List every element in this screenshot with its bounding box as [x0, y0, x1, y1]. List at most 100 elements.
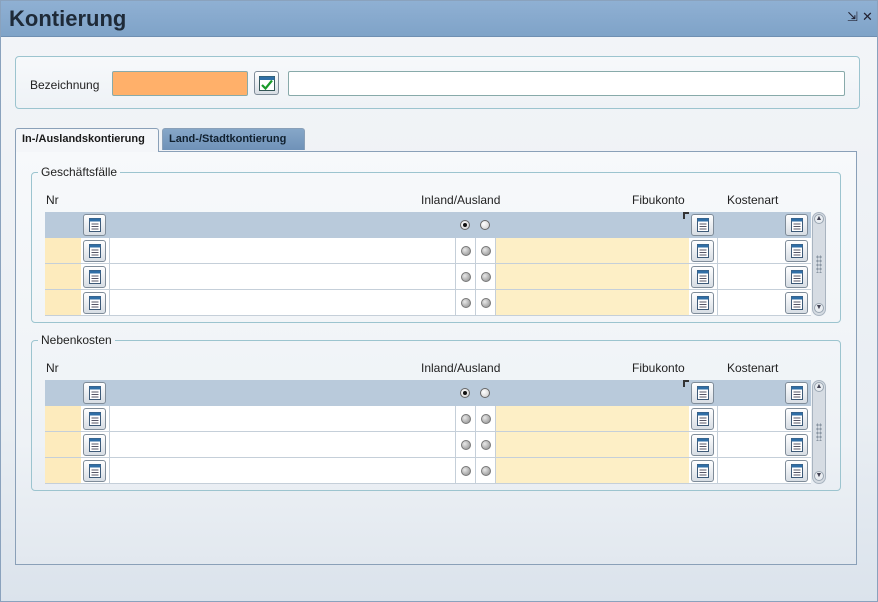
ausland-radio[interactable]	[481, 440, 491, 450]
row-lookup-button[interactable]	[83, 292, 106, 314]
kostenart-cell[interactable]	[717, 212, 783, 238]
description-cell[interactable]	[109, 380, 455, 406]
kostenart-lookup-button[interactable]	[785, 266, 808, 288]
kostenart-cell[interactable]	[717, 406, 783, 432]
nr-cell[interactable]	[45, 238, 81, 264]
inland-radio[interactable]	[460, 388, 470, 398]
title-bar[interactable]: Kontierung ⇲ ✕	[1, 1, 877, 37]
description-cell[interactable]	[109, 264, 455, 290]
fibukonto-cell[interactable]	[495, 212, 689, 238]
fibukonto-lookup-button[interactable]	[691, 434, 714, 456]
ausland-radio[interactable]	[481, 414, 491, 424]
table-row[interactable]	[45, 432, 811, 458]
description-cell[interactable]	[109, 406, 455, 432]
row-lookup-button[interactable]	[83, 408, 106, 430]
kostenart-cell[interactable]	[717, 432, 783, 458]
inland-radio[interactable]	[461, 246, 471, 256]
ausland-radio[interactable]	[481, 272, 491, 282]
inland-radio[interactable]	[461, 414, 471, 424]
fibukonto-lookup-button[interactable]	[691, 240, 714, 262]
nr-cell[interactable]	[45, 380, 81, 406]
description-cell[interactable]	[109, 290, 455, 316]
fibukonto-cell[interactable]	[495, 406, 689, 432]
fibukonto-cell[interactable]	[495, 238, 689, 264]
description-cell[interactable]	[109, 458, 455, 484]
table-row[interactable]	[45, 212, 811, 238]
kostenart-lookup-button[interactable]	[785, 382, 808, 404]
nr-cell[interactable]	[45, 458, 81, 484]
table-row[interactable]	[45, 406, 811, 432]
close-icon[interactable]: ✕	[862, 9, 873, 25]
fibukonto-cell[interactable]	[495, 264, 689, 290]
list-document-icon	[790, 218, 803, 232]
nr-cell[interactable]	[45, 212, 81, 238]
geschaeftsfaelle-scrollbar[interactable]: ▲ ▼	[812, 212, 826, 316]
table-row[interactable]	[45, 380, 811, 406]
ausland-radio[interactable]	[481, 466, 491, 476]
fibukonto-lookup-button[interactable]	[691, 266, 714, 288]
inland-radio[interactable]	[461, 272, 471, 282]
fibukonto-cell[interactable]	[495, 290, 689, 316]
row-lookup-button[interactable]	[83, 460, 106, 482]
kostenart-cell[interactable]	[717, 290, 783, 316]
inland-radio[interactable]	[461, 466, 471, 476]
nr-cell[interactable]	[45, 264, 81, 290]
fibukonto-lookup-button[interactable]	[691, 382, 714, 404]
fibukonto-cell[interactable]	[495, 458, 689, 484]
minimize-icon[interactable]: ⇲	[847, 9, 858, 25]
tab-in-auslandskontierung[interactable]: In-/Auslandskontierung	[15, 128, 159, 152]
kostenart-cell[interactable]	[717, 238, 783, 264]
fibukonto-cell[interactable]	[495, 432, 689, 458]
scroll-down-icon[interactable]: ▼	[814, 303, 824, 313]
kostenart-cell[interactable]	[717, 380, 783, 406]
ausland-radio[interactable]	[481, 246, 491, 256]
ausland-radio[interactable]	[481, 298, 491, 308]
table-row[interactable]	[45, 264, 811, 290]
row-lookup-button[interactable]	[83, 214, 106, 236]
table-row[interactable]	[45, 238, 811, 264]
ausland-radio[interactable]	[480, 388, 490, 398]
nebenkosten-scrollbar[interactable]: ▲ ▼	[812, 380, 826, 484]
scroll-up-icon[interactable]: ▲	[814, 214, 824, 224]
description-cell[interactable]	[109, 432, 455, 458]
table-row[interactable]	[45, 458, 811, 484]
row-lookup-button[interactable]	[83, 434, 106, 456]
table-row[interactable]	[45, 290, 811, 316]
kostenart-lookup-button[interactable]	[785, 292, 808, 314]
bezeichnung-text-field[interactable]	[288, 71, 845, 96]
kostenart-cell[interactable]	[717, 458, 783, 484]
ausland-cell	[475, 380, 495, 406]
tab-land-stadtkontierung[interactable]: Land-/Stadtkontierung	[162, 128, 305, 150]
nr-cell[interactable]	[45, 290, 81, 316]
bezeichnung-input[interactable]	[112, 71, 248, 96]
scroll-down-icon[interactable]: ▼	[814, 471, 824, 481]
kostenart-lookup-button[interactable]	[785, 460, 808, 482]
ausland-radio[interactable]	[480, 220, 490, 230]
inland-radio[interactable]	[461, 440, 471, 450]
row-lookup-button[interactable]	[83, 240, 106, 262]
calendar-check-button[interactable]	[254, 71, 279, 95]
kostenart-lookup-button[interactable]	[785, 214, 808, 236]
kostenart-lookup-button[interactable]	[785, 240, 808, 262]
kostenart-lookup-button[interactable]	[785, 434, 808, 456]
description-cell[interactable]	[109, 212, 455, 238]
kostenart-lookup-button[interactable]	[785, 408, 808, 430]
scroll-grip[interactable]	[816, 423, 822, 441]
row-lookup-button[interactable]	[83, 382, 106, 404]
inland-radio[interactable]	[461, 298, 471, 308]
kostenart-cell[interactable]	[717, 264, 783, 290]
inland-radio[interactable]	[460, 220, 470, 230]
list-document-icon	[88, 464, 101, 478]
scroll-up-icon[interactable]: ▲	[814, 382, 824, 392]
scroll-grip[interactable]	[816, 255, 822, 273]
fibukonto-lookup-button[interactable]	[691, 292, 714, 314]
fibukonto-lookup-button[interactable]	[691, 408, 714, 430]
fibukonto-lookup-button[interactable]	[691, 214, 714, 236]
description-cell[interactable]	[109, 238, 455, 264]
nr-cell[interactable]	[45, 432, 81, 458]
fibukonto-cell[interactable]	[495, 380, 689, 406]
fibukonto-lookup-button[interactable]	[691, 460, 714, 482]
nr-cell[interactable]	[45, 406, 81, 432]
row-lookup-button[interactable]	[83, 266, 106, 288]
fibukonto-lookup-cell	[689, 290, 717, 316]
